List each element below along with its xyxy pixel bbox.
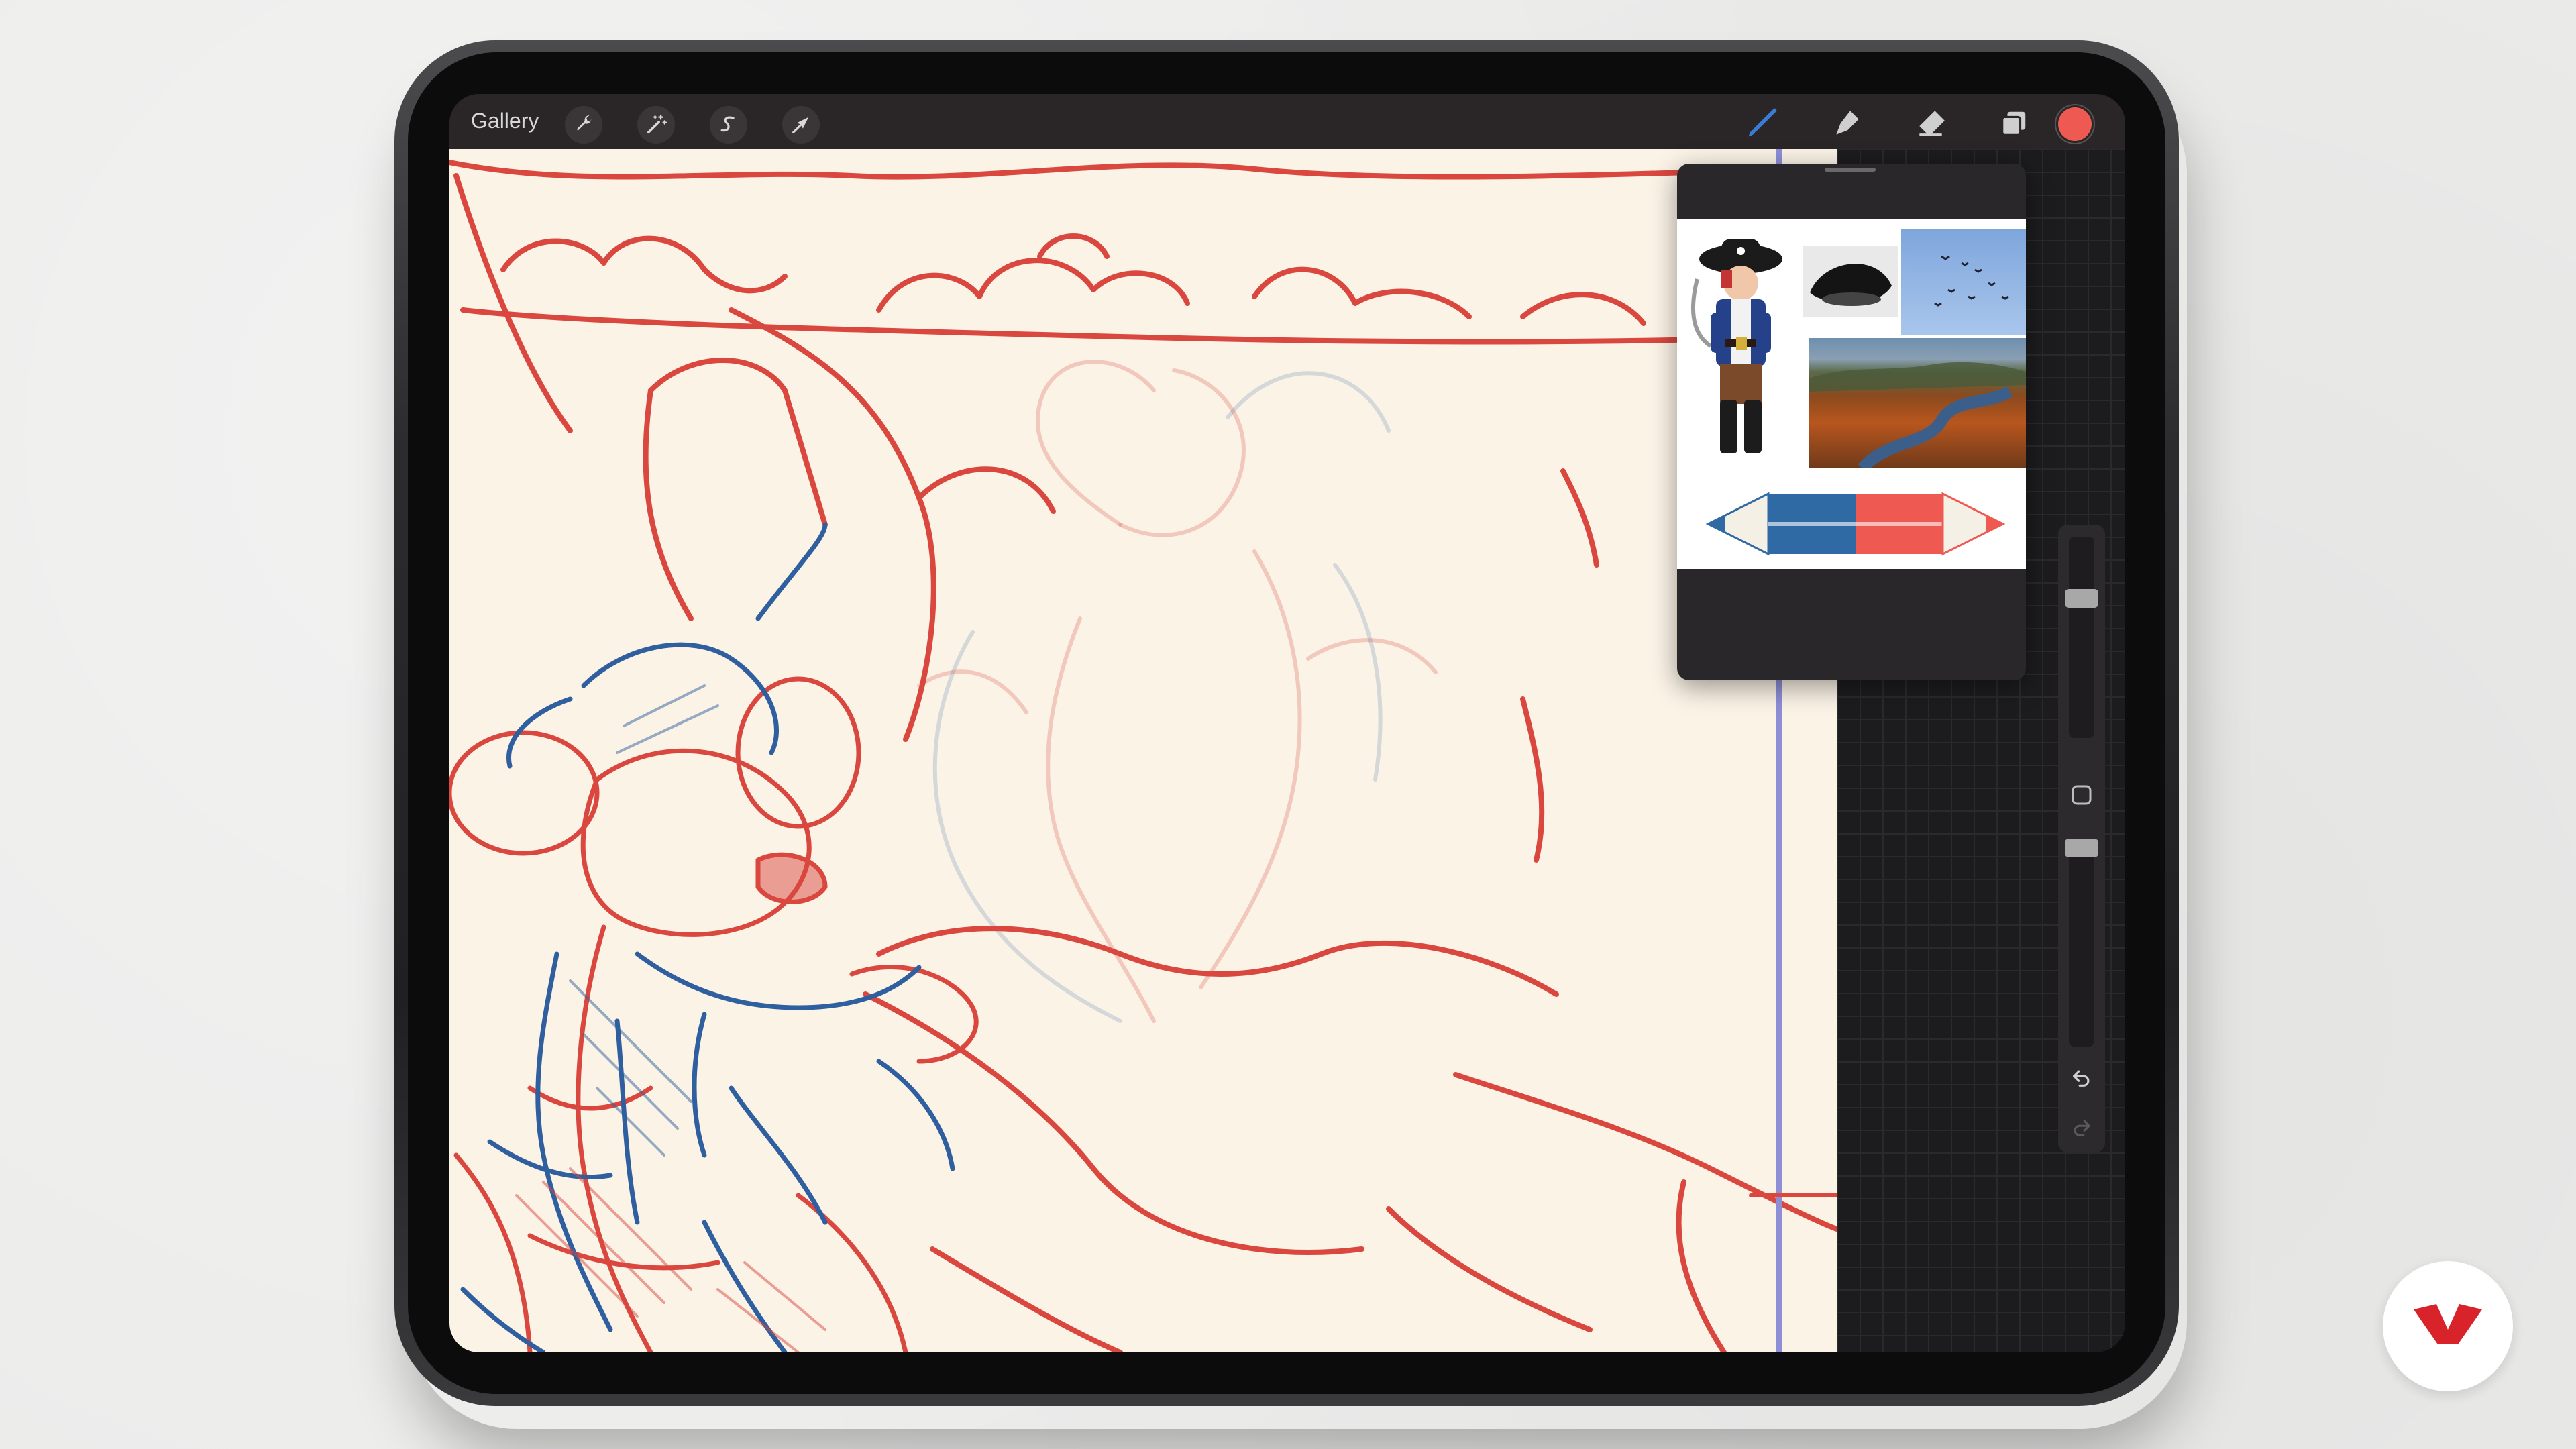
procreate-screen: Gallery xyxy=(449,94,2125,1352)
pirate-costume-image xyxy=(1691,239,1782,453)
smudge-icon xyxy=(1836,111,1859,135)
paint-button[interactable] xyxy=(1741,103,1782,144)
two-color-pencil-image xyxy=(1705,492,2006,556)
arrow-cursor-icon xyxy=(792,117,809,133)
color-button[interactable] xyxy=(2058,107,2092,141)
panel-grabber[interactable] xyxy=(1825,168,1876,172)
opacity-thumb[interactable] xyxy=(2065,839,2098,857)
transform-button[interactable] xyxy=(782,106,820,144)
modify-button[interactable] xyxy=(2070,784,2093,806)
undo-button[interactable] xyxy=(2070,1067,2093,1089)
redo-button[interactable] xyxy=(2070,1116,2093,1139)
brush-icon xyxy=(1748,108,1777,137)
opacity-slider[interactable] xyxy=(2069,839,2094,1046)
eraser-icon xyxy=(1919,111,1945,136)
top-toolbar: Gallery xyxy=(449,94,2125,149)
ipad-device: Gallery xyxy=(394,40,2179,1406)
reference-board[interactable] xyxy=(1677,219,2026,569)
reference-panel[interactable] xyxy=(1677,164,2026,680)
gallery-button[interactable]: Gallery xyxy=(471,109,539,133)
birds-sky-image xyxy=(1901,229,2026,335)
layers-icon xyxy=(2001,111,2026,136)
autumn-river-valley-image xyxy=(1809,338,2026,473)
brand-logo-badge xyxy=(2383,1261,2513,1391)
pirate-hat-image xyxy=(1803,246,1898,317)
wrench-icon xyxy=(577,115,592,131)
sketch-canvas[interactable] xyxy=(449,146,1839,1352)
smudge-button[interactable] xyxy=(1827,103,1868,144)
magic-wand-icon xyxy=(647,114,667,134)
brush-sidebar xyxy=(2058,525,2105,1152)
selection-icon xyxy=(720,116,735,132)
layers-button[interactable] xyxy=(1994,103,2034,144)
eraser-button[interactable] xyxy=(1911,103,1951,144)
actions-button[interactable] xyxy=(565,106,602,144)
redo-icon xyxy=(2074,1120,2090,1136)
selection-button[interactable] xyxy=(710,106,747,144)
brush-size-thumb[interactable] xyxy=(2065,589,2098,608)
adjustments-button[interactable] xyxy=(637,106,675,144)
brush-size-slider[interactable] xyxy=(2069,537,2094,738)
domestika-logo-icon xyxy=(2414,1304,2482,1344)
pirate-mouse-sketch xyxy=(449,146,1839,1352)
canvas-area[interactable] xyxy=(449,146,2125,1352)
square-modify-icon xyxy=(2072,785,2092,805)
undo-icon xyxy=(2073,1070,2090,1087)
